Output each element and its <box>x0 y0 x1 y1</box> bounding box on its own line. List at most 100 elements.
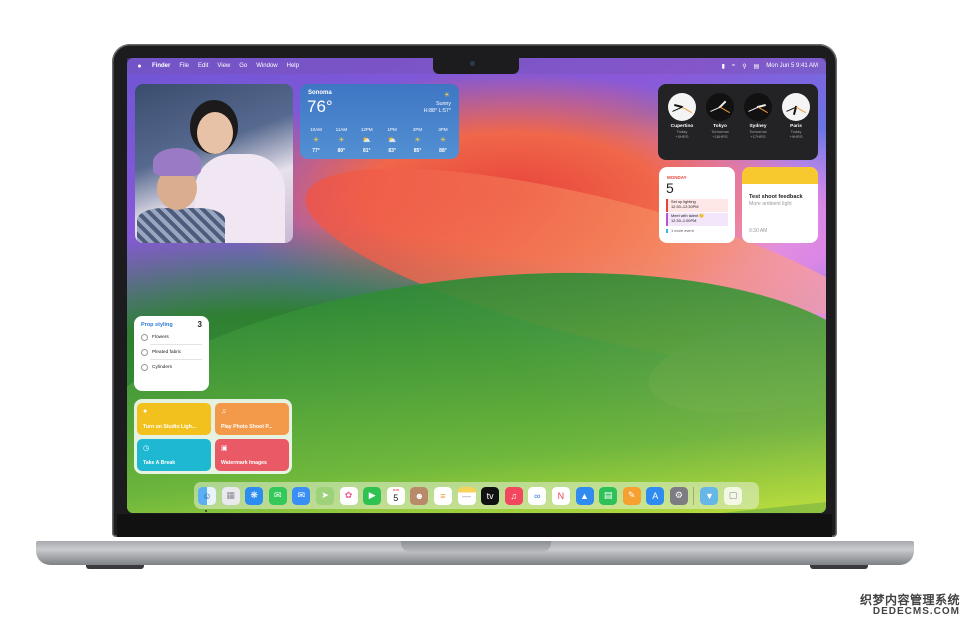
clock-face-icon <box>782 93 810 121</box>
launchpad-icon[interactable]: ▦ <box>221 486 240 505</box>
calendar-more-events: 1 more event <box>666 228 694 233</box>
reminders-icon[interactable]: ≡ <box>433 486 452 505</box>
lid-opening-notch <box>401 541 551 552</box>
finder-running-indicator <box>205 510 207 512</box>
app-store-icon[interactable]: A <box>646 486 665 505</box>
checkbox-icon <box>141 349 148 356</box>
sun-icon: ☀ <box>443 92 450 99</box>
watermark-url: DEDECMS.COM <box>872 606 960 617</box>
numbers-icon[interactable]: ▤ <box>599 486 618 505</box>
shortcuts-widget: ● Turn on Studio Ligh... ♫ Play Photo Shoo… <box>134 399 292 474</box>
menu-view[interactable]: View <box>217 63 230 69</box>
timer-icon: ◷ <box>143 445 150 452</box>
news-icon[interactable]: N <box>551 486 570 505</box>
menu-file[interactable]: File <box>179 63 189 69</box>
partly-cloudy-icon: ⛅ <box>362 137 372 144</box>
checkbox-icon <box>141 364 148 371</box>
world-clock-widget[interactable]: Cupertino Today +0HRS Tokyo Tomorrow +16HRS … <box>658 84 818 160</box>
facetime-icon[interactable]: ▶ <box>363 486 382 505</box>
contacts-icon[interactable]: ☻ <box>410 486 429 505</box>
calendar-event[interactable]: Meet with talent 🙂 12:30–1:00PM <box>666 213 728 226</box>
freeform-icon[interactable]: ∞ <box>528 486 547 505</box>
wifi-icon[interactable]: ≈ <box>732 63 735 69</box>
note-time: 9:30 AM <box>749 228 768 234</box>
finder-icon[interactable]: ☺ <box>198 486 216 505</box>
lightbulb-icon: ● <box>143 408 148 415</box>
dock: ☺ ▦ ❋ ✉ ✉ ➤ ✿ ▶ JUN 5 ☻ ≡ ― tv ♫ ∞ N ▲ ▤ … <box>194 482 759 509</box>
sun-icon: ☀ <box>439 137 447 144</box>
downloads-folder-icon[interactable]: ▼ <box>700 486 719 505</box>
laptop-foot <box>86 565 144 569</box>
clock-cupertino: Cupertino Today +0HRS <box>664 93 700 139</box>
apple-menu-icon[interactable]: ● <box>136 63 143 70</box>
menubar-clock[interactable]: Mon Jun 5 9:41 AM <box>766 63 818 69</box>
photos-widget[interactable] <box>135 84 293 243</box>
clock-face-icon <box>706 93 734 121</box>
clock-face-icon <box>744 93 772 121</box>
sun-icon: ☀ <box>338 137 345 144</box>
sun-icon: ☀ <box>312 137 320 144</box>
note-body: More ambient light <box>749 201 792 207</box>
checkbox-icon <box>141 334 148 341</box>
reminders-widget[interactable]: Prop styling 3 Flowers Pleated fabric Cy… <box>134 316 209 391</box>
shortcut-photo-shoot[interactable]: ♫ Play Photo Shoot P... <box>215 403 289 435</box>
clock-paris: Paris Today +9HRS <box>778 93 814 139</box>
forecast-hour: 10AM ☀ 77° <box>304 124 328 157</box>
reminders-count: 3 <box>197 320 202 329</box>
partly-cloudy-icon: ⛅ <box>387 137 397 144</box>
menu-finder[interactable]: Finder <box>152 63 170 69</box>
menu-go[interactable]: Go <box>239 63 247 69</box>
forecast-hour: 11AM ☀ 80° <box>329 124 353 157</box>
clock-sydney: Sydney Tomorrow +17HRS <box>740 93 776 139</box>
image-icon: ▣ <box>221 445 228 452</box>
weather-city: Sonoma <box>308 90 332 96</box>
mail-icon[interactable]: ✉ <box>292 486 311 505</box>
photos-icon[interactable]: ✿ <box>339 486 358 505</box>
reminder-item[interactable]: Flowers <box>141 334 169 341</box>
music-note-icon: ♫ <box>221 408 227 415</box>
calendar-widget[interactable]: MONDAY 5 Set up lighting 12:30–12:30PM Me… <box>659 167 735 243</box>
notes-widget[interactable]: Test shoot feedback More ambient light 9… <box>742 167 818 243</box>
calendar-icon[interactable]: JUN 5 <box>386 486 405 505</box>
reminders-list-title: Prop styling <box>141 322 173 328</box>
menu-edit[interactable]: Edit <box>198 63 208 69</box>
sun-icon: ☀ <box>414 137 421 144</box>
control-center-icon[interactable]: ▤ <box>754 63 760 70</box>
pages-icon[interactable]: ✎ <box>622 486 641 505</box>
search-icon[interactable]: ⚲ <box>742 63 746 70</box>
forecast-hour: 1PM ⛅ 83° <box>380 124 404 157</box>
weather-hilo: H:88° L:57° <box>423 108 451 114</box>
messages-icon[interactable]: ✉ <box>268 486 287 505</box>
maps-icon[interactable]: ➤ <box>315 486 334 505</box>
system-settings-icon[interactable]: ⚙ <box>669 486 688 505</box>
tv-icon[interactable]: tv <box>481 486 500 505</box>
battery-icon[interactable]: ▮ <box>722 63 725 70</box>
music-icon[interactable]: ♫ <box>504 486 523 505</box>
reminder-item[interactable]: Cylinders <box>141 364 172 371</box>
menu-window[interactable]: Window <box>256 63 277 69</box>
display-chin <box>117 514 832 537</box>
note-title: Test shoot feedback <box>749 194 803 200</box>
calendar-event[interactable]: Set up lighting 12:30–12:30PM <box>666 199 728 212</box>
dock-divider <box>693 486 695 505</box>
weather-condition: Sunny <box>435 101 451 107</box>
safari-icon[interactable]: ❋ <box>245 486 264 505</box>
shortcut-studio-lights[interactable]: ● Turn on Studio Ligh... <box>137 403 211 435</box>
forecast-hour: 12PM ⛅ 81° <box>355 124 379 157</box>
forecast-hour: 2PM ☀ 85° <box>406 124 430 157</box>
laptop-foot <box>810 565 868 569</box>
keynote-icon[interactable]: ▲ <box>575 486 594 505</box>
forecast-hour: 3PM ☀ 88° <box>431 124 455 157</box>
notes-icon[interactable]: ― <box>457 486 476 505</box>
reminder-item[interactable]: Pleated fabric <box>141 349 181 356</box>
hourly-forecast: 10AM ☀ 77° 11AM ☀ 80° 12PM ⛅ 81° 1PM ⛅ 83° 2PM ☀ 8… <box>304 124 455 157</box>
shortcut-take-a-break[interactable]: ◷ Take A Break <box>137 439 211 471</box>
clock-face-icon <box>668 93 696 121</box>
trash-icon[interactable]: ▢ <box>724 486 743 505</box>
clock-tokyo: Tokyo Tomorrow +16HRS <box>702 93 738 139</box>
weather-widget[interactable]: Sonoma 76° ☀ Sunny H:88° L:57° 10AM ☀ 77° … <box>300 84 459 159</box>
menu-help[interactable]: Help <box>287 63 299 69</box>
shortcut-watermark[interactable]: ▣ Watermark Images <box>215 439 289 471</box>
camera-notch <box>433 58 519 74</box>
camera-icon <box>470 61 475 66</box>
